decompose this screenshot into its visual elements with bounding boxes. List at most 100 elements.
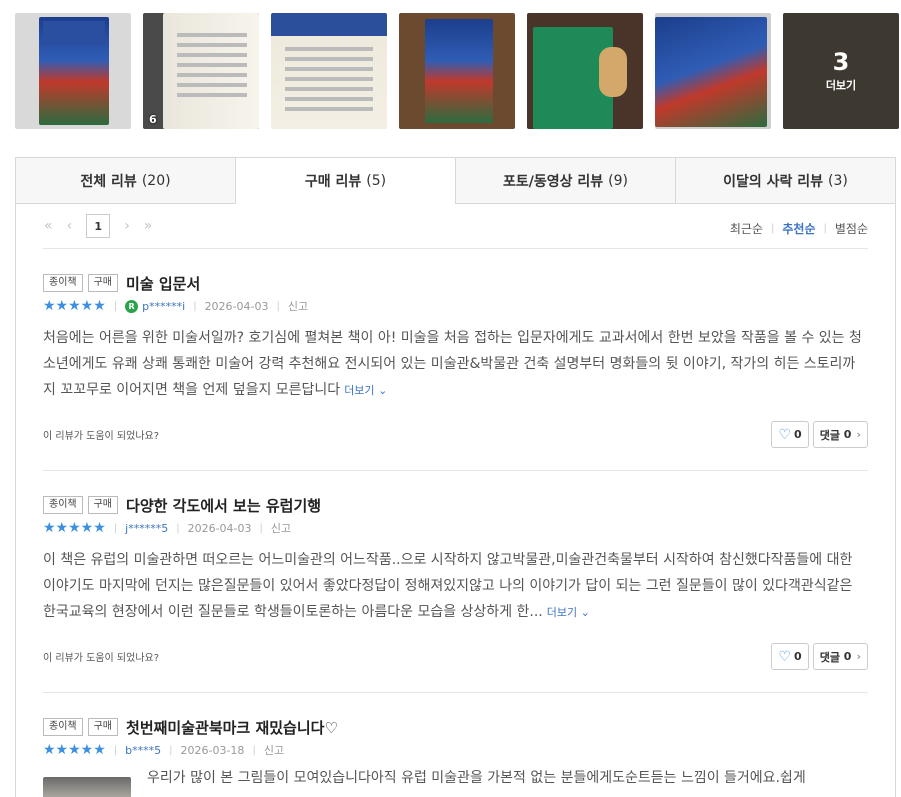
divider: | [276,300,280,312]
pagination: « ‹ 1 › » [44,214,152,238]
tab-count: (9) [608,172,628,189]
report-link[interactable]: 신고 [288,298,308,314]
report-link[interactable]: 신고 [271,520,291,536]
photo-thumbnail[interactable] [399,13,515,129]
last-page-icon[interactable]: » [144,218,153,234]
page-number[interactable]: 1 [86,214,111,238]
tab-count: (20) [141,172,171,189]
star-rating: ★★★★★ [43,298,106,314]
format-badge: 종이책 [43,274,83,292]
review-item: 종이책 구매 첫번째미술관북마크 재밌습니다♡ ★★★★★ | b****5 |… [43,717,868,797]
review-header: 종이책 구매 다양한 각도에서 보는 유럽기행 [43,495,868,515]
review-actions: ♡ 0 댓글 0 › [771,643,868,670]
tab-monthly-sarak-reviews[interactable]: 이달의 사락 리뷰 (3) [675,158,895,203]
comment-count: 0 [843,428,852,441]
photo-thumbnail-more[interactable]: 3 더보기 [783,13,899,129]
heart-icon: ♡ [778,648,792,665]
more-photos-count: 3 [832,48,850,76]
review-title: 첫번째미술관북마크 재밌습니다♡ [126,718,338,737]
divider: | [113,522,118,534]
read-more-label: 더보기 [546,606,578,619]
review-footer: 이 리뷰가 도움이 되었나요? ♡ 0 댓글 0 › [43,643,868,670]
comment-button[interactable]: 댓글 0 › [812,421,868,448]
review-meta: ★★★★★ | b****5 | 2026-03-18 | 신고 [43,741,868,759]
divider: | [169,744,173,756]
photo-thumbnail[interactable] [15,13,131,129]
photo-thumbnail[interactable] [527,13,643,129]
report-link[interactable]: 신고 [264,742,284,758]
review-text: 처음에는 어른을 위한 미술서일까? 호기심에 펼쳐본 책이 아! 미술을 처음… [43,330,862,398]
comment-count: 0 [843,650,852,663]
review-text: 우리가 많이 본 그림들이 모여있습니다아직 유럽 미술관을 가본적 없는 분들… [147,770,806,786]
photo-thumbnail[interactable] [271,13,387,129]
review-date: 2026-04-03 [187,521,252,535]
read-more-link[interactable]: 더보기 ⌄ [547,606,590,619]
like-count: 0 [794,428,802,441]
divider: | [113,300,118,312]
sort-latest[interactable]: 최근순 [730,220,763,237]
like-button[interactable]: ♡ 0 [771,643,809,670]
divider: | [113,744,118,756]
first-page-icon[interactable]: « [44,218,53,234]
review-body: 우리가 많이 본 그림들이 모여있습니다아직 유럽 미술관을 가본적 없는 분들… [147,765,868,791]
sort-rating[interactable]: 별점순 [835,220,868,237]
chevron-right-icon: › [856,650,861,663]
purchase-badge: 구매 [87,274,119,292]
more-photos-label: 더보기 [825,79,857,92]
review-body: 이 책은 유럽의 미술관하면 떠오르는 어느미술관의 어느작품..으로 시작하지… [43,547,868,626]
chevron-right-icon: › [856,428,861,441]
heart-icon: ♡ [778,426,792,443]
divider: | [176,522,180,534]
sort-options: 최근순 | 추천순 | 별점순 [730,220,868,237]
comment-label: 댓글 [819,650,840,664]
review-header: 종이책 구매 미술 입문서 [43,273,868,293]
tab-label: 구매 리뷰 [304,173,362,190]
divider [43,692,868,693]
review-date: 2026-04-03 [204,299,269,313]
chevron-down-icon: ⌄ [378,384,388,397]
photo-strip: 6 3 더보기 [15,13,899,129]
photo-count: 6 [149,113,157,126]
sort-recommended[interactable]: 추천순 [782,220,815,237]
tab-label: 전체 리뷰 [80,173,137,190]
tab-all-reviews[interactable]: 전체 리뷰 (20) [16,158,235,203]
tab-photo-video-reviews[interactable]: 포토/동영상 리뷰 (9) [455,158,675,203]
format-badge: 종이책 [43,496,83,514]
helpful-prompt: 이 리뷰가 도움이 되었나요? [43,653,160,664]
prev-page-icon[interactable]: ‹ [67,218,73,234]
divider [43,470,868,471]
purchase-badge: 구매 [87,496,119,514]
next-page-icon[interactable]: › [124,218,130,234]
divider: | [823,223,827,234]
divider: | [252,744,256,756]
tab-purchase-reviews[interactable]: 구매 리뷰 (5) [235,158,455,204]
read-more-link[interactable]: 더보기 ⌄ [344,384,387,397]
review-meta: ★★★★★ | j******5 | 2026-04-03 | 신고 [43,519,868,537]
like-button[interactable]: ♡ 0 [771,421,809,448]
tab-count: (3) [828,172,848,189]
review-body: 처음에는 어른을 위한 미술서일까? 호기심에 펼쳐본 책이 아! 미술을 처음… [43,325,868,404]
more-photos-overlay[interactable]: 3 더보기 [783,13,899,129]
review-title: 미술 입문서 [126,274,201,293]
review-tabs: 전체 리뷰 (20) 구매 리뷰 (5) 포토/동영상 리뷰 (9) 이달의 사락 리… [15,157,896,204]
helpful-prompt: 이 리뷰가 도움이 되었나요? [43,431,160,442]
divider: | [193,300,197,312]
tab-label: 포토/동영상 리뷰 [503,173,604,190]
review-footer: 이 리뷰가 도움이 되었나요? ♡ 0 댓글 0 › [43,421,868,448]
review-photo-thumbnail[interactable] [43,777,131,797]
chevron-down-icon: ⌄ [580,606,590,619]
review-actions: ♡ 0 댓글 0 › [771,421,868,448]
tab-count: (5) [366,172,387,189]
star-rating: ★★★★★ [43,742,106,758]
divider: | [771,223,775,234]
photo-thumbnail[interactable]: 6 [143,13,259,129]
comment-button[interactable]: 댓글 0 › [812,643,868,670]
user-badge-icon: R [125,299,139,313]
reviewer-id[interactable]: b****5 [125,744,161,757]
divider: | [259,522,263,534]
reviewer-id[interactable]: p******i [142,300,185,313]
read-more-label: 더보기 [344,384,375,397]
tab-label: 이달의 사락 리뷰 [723,173,824,190]
reviewer-id[interactable]: j******5 [125,522,168,535]
photo-thumbnail[interactable] [655,13,771,129]
